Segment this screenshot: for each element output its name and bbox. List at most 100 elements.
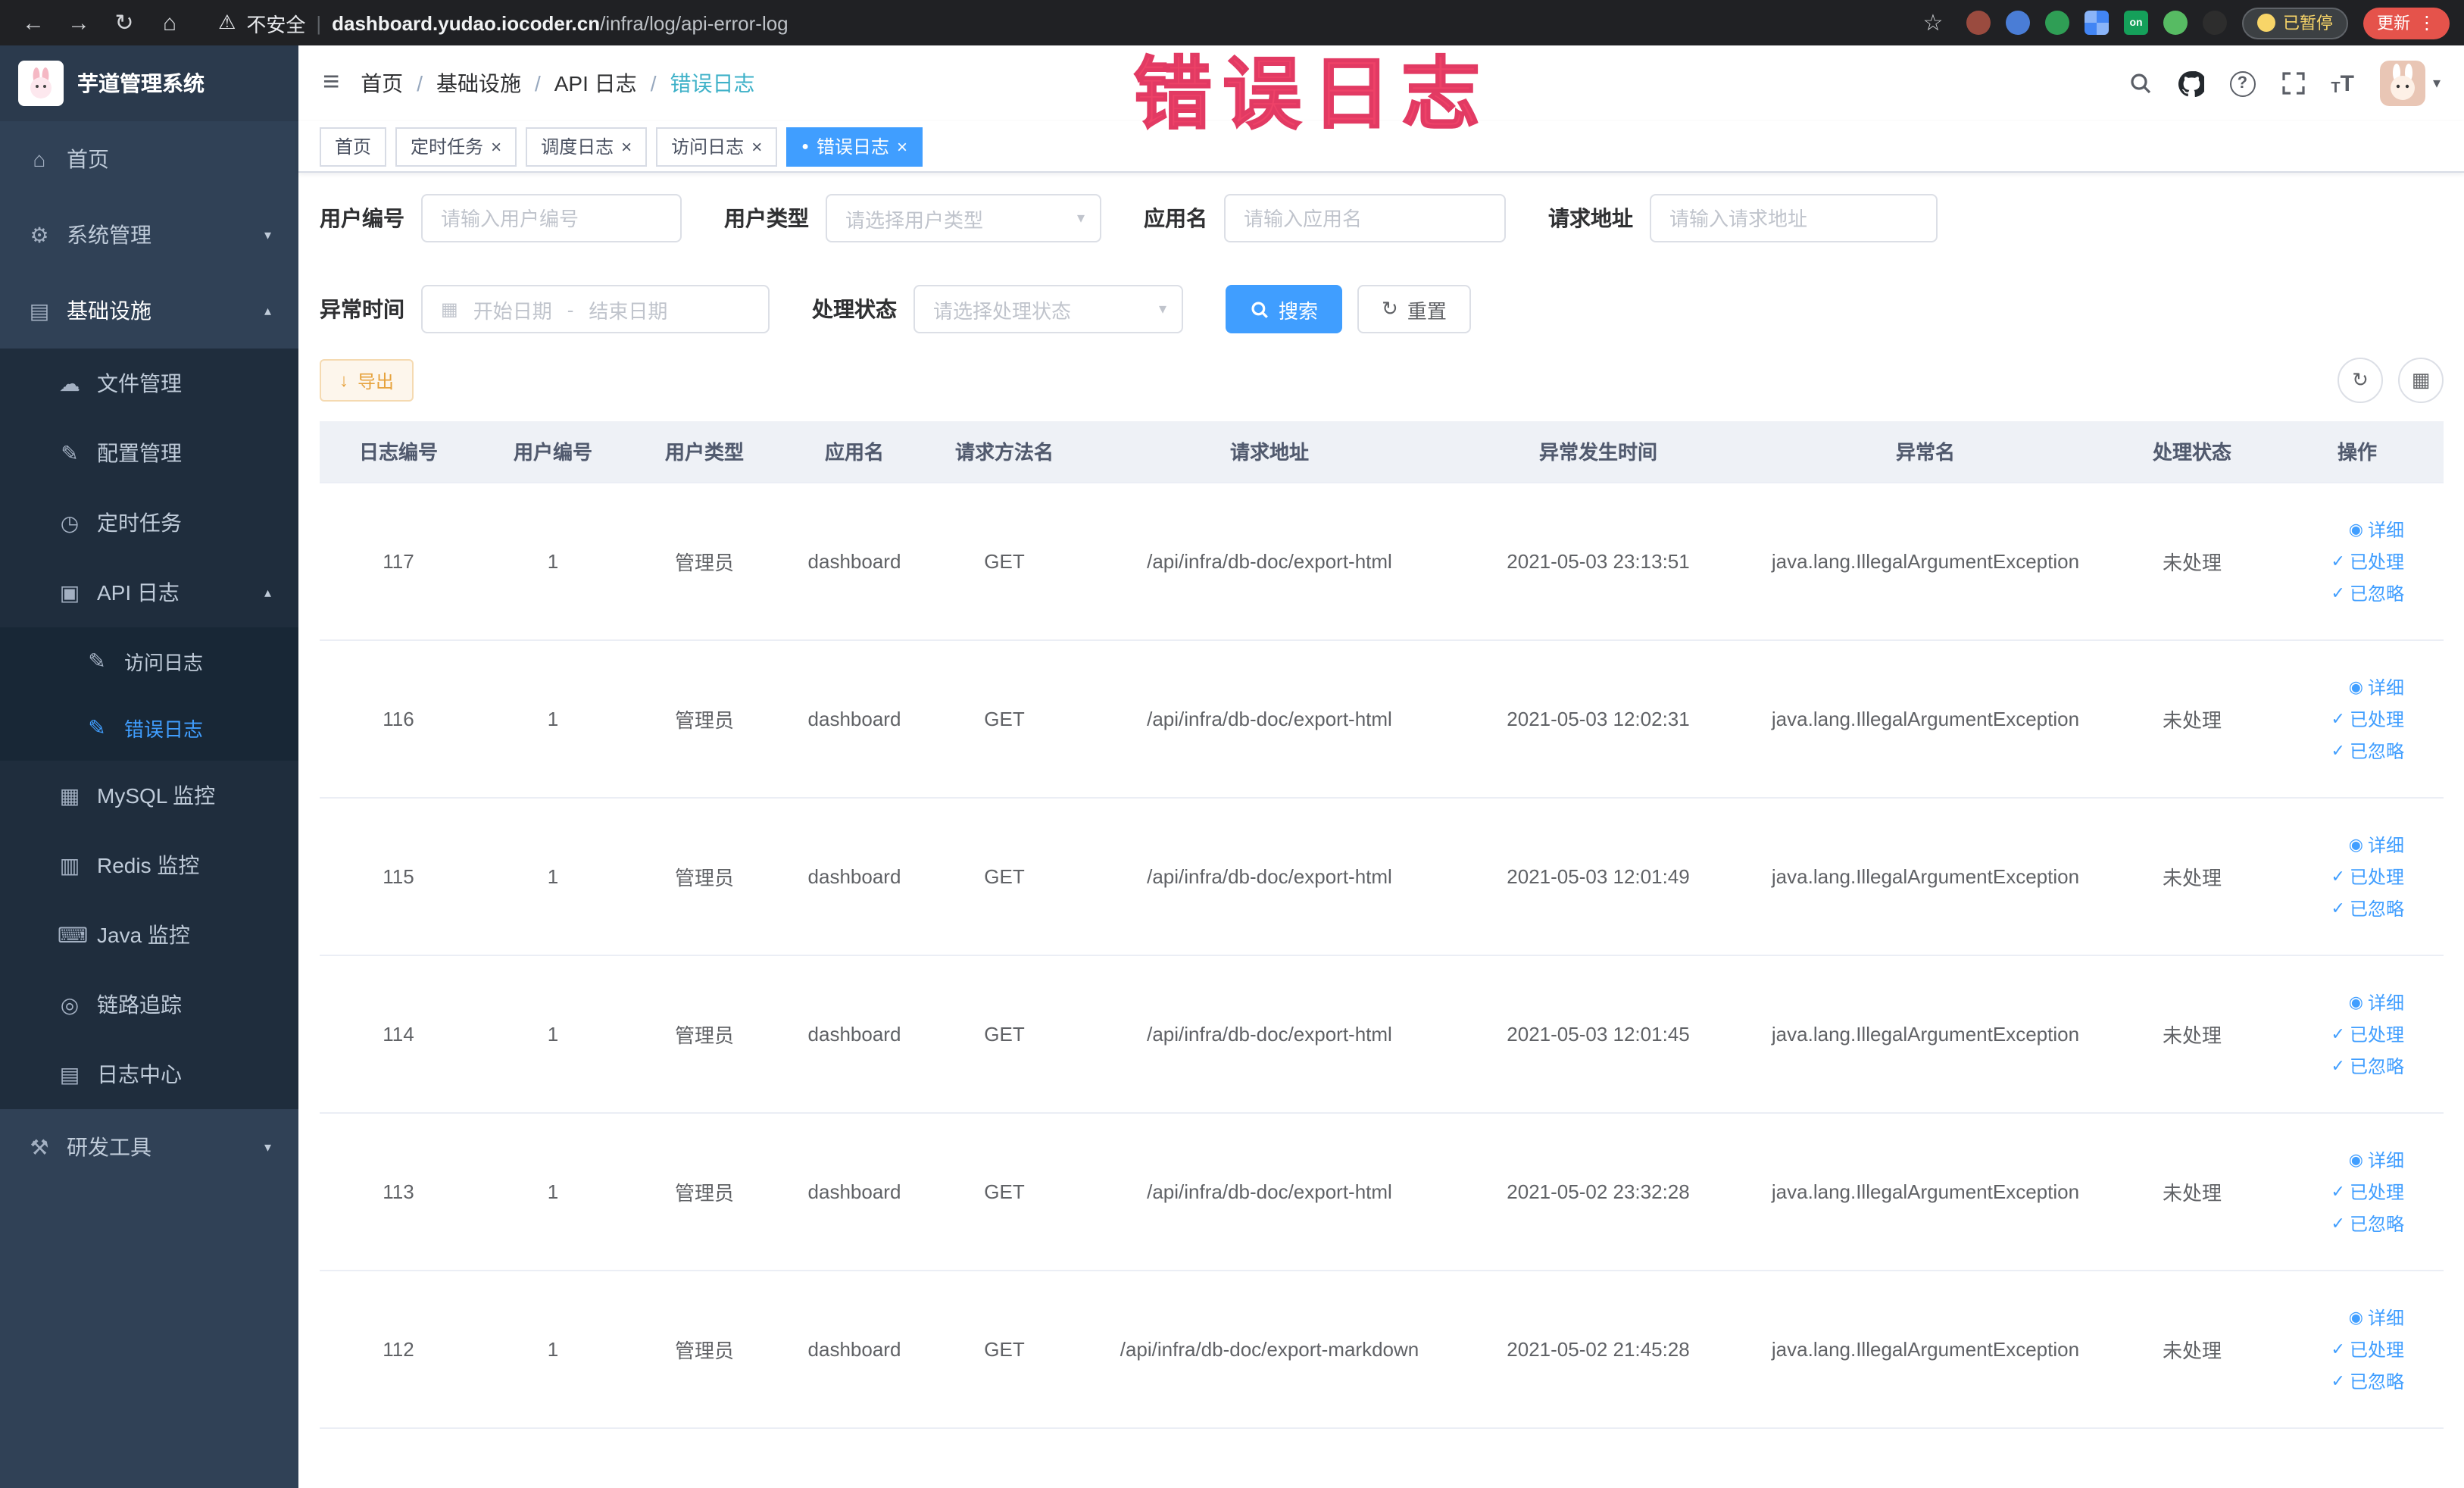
github-icon[interactable]	[2178, 70, 2204, 96]
sidebar-item-error-log[interactable]: ✎ 错误日志	[0, 694, 298, 761]
browser-home-icon[interactable]: ⌂	[151, 5, 188, 41]
detail-link[interactable]: ◉ 详细	[2349, 674, 2404, 699]
processed-link[interactable]: ✓ 已处理	[2331, 1336, 2404, 1361]
extension-icon-7[interactable]	[2203, 11, 2227, 35]
sidebar-item-mysql-monitor[interactable]: ▦ MySQL 监控	[0, 761, 298, 830]
processed-link[interactable]: ✓ 已处理	[2331, 1021, 2404, 1046]
close-icon[interactable]: ×	[751, 137, 762, 155]
sidebar-item-infra[interactable]: ▤ 基础设施 ▴	[0, 273, 298, 349]
sidebar-item-api-log[interactable]: ▣ API 日志 ▴	[0, 558, 298, 627]
extension-icon-1[interactable]	[1966, 11, 1991, 35]
reset-button[interactable]: ↻ 重置	[1357, 285, 1471, 333]
cell-log-id: 117	[320, 482, 477, 640]
column-settings-icon[interactable]: ▦	[2398, 358, 2444, 403]
user-type-label: 用户类型	[724, 206, 809, 230]
tab-error-log[interactable]: ● 错误日志 ×	[786, 127, 923, 166]
sidebar-logo[interactable]: 芋道管理系统	[0, 45, 298, 121]
sidebar-item-java-monitor[interactable]: ⌨ Java 监控	[0, 900, 298, 970]
search-button[interactable]: 搜索	[1226, 285, 1343, 333]
cell-exception-name: java.lang.IllegalArgumentException	[1738, 955, 2113, 1113]
ignored-link[interactable]: ✓ 已忽略	[2331, 1210, 2404, 1236]
help-icon[interactable]: ?	[2229, 70, 2256, 96]
refresh-icon[interactable]: ↻	[2338, 358, 2383, 403]
hamburger-icon[interactable]: ≡	[323, 67, 339, 100]
breadcrumb-item[interactable]: 首页	[361, 68, 403, 98]
sidebar-item-file-manage[interactable]: ☁ 文件管理	[0, 349, 298, 418]
detail-link[interactable]: ◉ 详细	[2349, 1304, 2404, 1330]
paused-badge[interactable]: 已暂停	[2242, 7, 2348, 39]
cell-app-name: dashboard	[780, 1112, 929, 1271]
table-row: 115 1 管理员 dashboard GET /api/infra/db-do…	[320, 797, 2444, 955]
navbar-actions: ? TT ▾	[2128, 61, 2441, 106]
tab-scheduled-jobs[interactable]: 定时任务 ×	[395, 127, 517, 166]
browser-menu-icon[interactable]: ⋮	[2418, 12, 2436, 33]
tab-schedule-log[interactable]: 调度日志 ×	[526, 127, 648, 166]
detail-link[interactable]: ◉ 详细	[2349, 831, 2404, 857]
ignored-link[interactable]: ✓ 已忽略	[2331, 580, 2404, 605]
cell-request-method: GET	[929, 1270, 1080, 1428]
app-name-input[interactable]	[1224, 194, 1506, 242]
extension-on-icon[interactable]: on	[2124, 11, 2148, 35]
ignored-link[interactable]: ✓ 已忽略	[2331, 1368, 2404, 1393]
sidebar-item-redis-monitor[interactable]: ▥ Redis 监控	[0, 830, 298, 900]
detail-label: 详细	[2367, 1307, 2404, 1328]
sidebar-item-system[interactable]: ⚙ 系统管理 ▾	[0, 197, 298, 273]
sidebar-item-dev-tools[interactable]: ⚒ 研发工具 ▾	[0, 1109, 298, 1185]
back-icon[interactable]: ←	[15, 5, 52, 41]
sidebar-item-label: 日志中心	[97, 1062, 182, 1086]
breadcrumb-separator: /	[534, 71, 541, 95]
sidebar-item-label: Redis 监控	[97, 853, 200, 877]
sidebar-item-config-manage[interactable]: ✎ 配置管理	[0, 418, 298, 488]
sidebar-item-trace[interactable]: ◎ 链路追踪	[0, 970, 298, 1039]
cell-log-id: 114	[320, 955, 477, 1113]
ignored-link[interactable]: ✓ 已忽略	[2331, 737, 2404, 763]
date-range-picker[interactable]: ▦ 开始日期 - 结束日期	[421, 285, 770, 333]
omnibox[interactable]: ⚠ 不安全 | dashboard.yudao.iocoder.cn/infra…	[218, 8, 789, 37]
extension-icon-2[interactable]	[2006, 11, 2030, 35]
tab-home[interactable]: 首页	[320, 127, 387, 166]
extension-icon-6[interactable]	[2163, 11, 2188, 35]
font-size-icon[interactable]: TT	[2331, 70, 2354, 96]
detail-link[interactable]: ◉ 详细	[2349, 989, 2404, 1014]
processed-label: 已处理	[2349, 1339, 2404, 1360]
tab-access-log[interactable]: 访问日志 ×	[656, 127, 778, 166]
cell-user-id: 1	[477, 639, 629, 798]
extension-grid-icon[interactable]	[2085, 11, 2109, 35]
reload-icon[interactable]: ↻	[106, 5, 142, 41]
breadcrumb-item[interactable]: API 日志	[554, 68, 637, 98]
sidebar-item-label: 系统管理	[67, 223, 151, 247]
detail-link[interactable]: ◉ 详细	[2349, 516, 2404, 542]
cell-log-id: 112	[320, 1270, 477, 1428]
sidebar-item-log-center[interactable]: ▤ 日志中心	[0, 1039, 298, 1109]
bookmark-star-icon[interactable]: ☆	[1915, 5, 1951, 41]
processed-link[interactable]: ✓ 已处理	[2331, 705, 2404, 731]
cell-user-type: 管理员	[629, 639, 780, 798]
forward-icon[interactable]: →	[61, 5, 97, 41]
sidebar-item-home[interactable]: ⌂ 首页	[0, 121, 298, 197]
eye-icon: ◉	[2348, 520, 2363, 539]
fullscreen-icon[interactable]	[2281, 71, 2305, 95]
close-icon[interactable]: ×	[621, 137, 632, 155]
ignored-link[interactable]: ✓ 已忽略	[2331, 1052, 2404, 1078]
user-id-input[interactable]	[421, 194, 682, 242]
sidebar-item-access-log[interactable]: ✎ 访问日志	[0, 627, 298, 694]
ignored-link[interactable]: ✓ 已忽略	[2331, 895, 2404, 921]
detail-link[interactable]: ◉ 详细	[2349, 1146, 2404, 1172]
close-icon[interactable]: ×	[897, 137, 907, 155]
processed-link[interactable]: ✓ 已处理	[2331, 548, 2404, 574]
export-button[interactable]: ↓ 导出	[320, 359, 414, 402]
request-url-input[interactable]	[1650, 194, 1938, 242]
update-button[interactable]: 更新 ⋮	[2363, 7, 2450, 39]
search-icon[interactable]	[2128, 71, 2152, 95]
breadcrumb-item[interactable]: 基础设施	[436, 68, 521, 98]
processed-link[interactable]: ✓ 已处理	[2331, 1178, 2404, 1204]
user-type-select[interactable]: 请选择用户类型 ▾	[826, 194, 1101, 242]
extension-icon-3[interactable]	[2045, 11, 2069, 35]
user-menu[interactable]: ▾	[2379, 61, 2441, 106]
processed-link[interactable]: ✓ 已处理	[2331, 863, 2404, 889]
check-icon: ✓	[2331, 710, 2345, 728]
cell-user-id: 1	[477, 797, 629, 955]
sidebar-item-scheduled-jobs[interactable]: ◷ 定时任务	[0, 488, 298, 558]
process-status-select[interactable]: 请选择处理状态 ▾	[913, 285, 1183, 333]
close-icon[interactable]: ×	[491, 137, 501, 155]
